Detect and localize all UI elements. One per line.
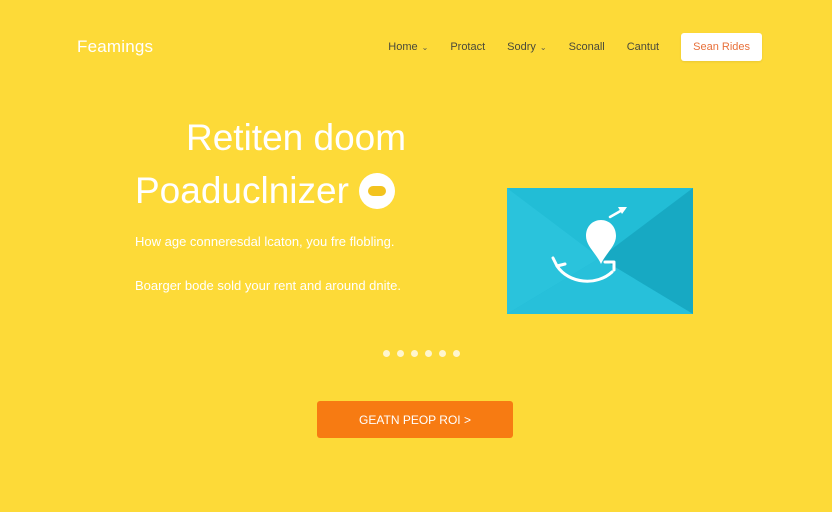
logo[interactable]: Feamings bbox=[77, 37, 153, 57]
main-nav: Home ⌄ Protact Sodry ⌄ Sconall Cantut Se… bbox=[366, 33, 762, 61]
carousel-dots bbox=[383, 350, 467, 357]
nav-item-label: Sconall bbox=[568, 41, 605, 53]
chevron-down-icon: ⌄ bbox=[421, 42, 429, 52]
chevron-down-icon: ⌄ bbox=[539, 42, 547, 52]
nav-item-label: Protact bbox=[450, 41, 486, 53]
nav-item-label: Cantut bbox=[626, 41, 660, 53]
hero-title-line-2-row: Poaduclnizer bbox=[135, 170, 395, 212]
hero-title-line-1: Retiten doom bbox=[186, 117, 407, 158]
carousel-dot[interactable] bbox=[425, 350, 432, 357]
hero-description-2: Boarger bode sold your rent and around d… bbox=[135, 278, 401, 293]
header-cta-button[interactable]: Sean Rides bbox=[681, 33, 762, 61]
nav-item-protact[interactable]: Protact bbox=[450, 41, 485, 53]
carousel-dot[interactable] bbox=[383, 350, 390, 357]
nav-item-label: Home bbox=[388, 41, 418, 53]
nav-item-home[interactable]: Home ⌄ bbox=[388, 41, 428, 53]
nav-item-cantut[interactable]: Cantut bbox=[627, 41, 659, 53]
nav-item-sodry[interactable]: Sodry ⌄ bbox=[507, 41, 546, 53]
hero-title-line-2: Poaduclnizer bbox=[135, 170, 349, 211]
hero-description-1: How age conneresdal lcaton, you fre flob… bbox=[135, 234, 395, 249]
nav-item-label: Sodry bbox=[507, 41, 536, 53]
hero-cta-button[interactable]: GEATN PEOP ROI > bbox=[317, 401, 513, 438]
carousel-dot[interactable] bbox=[453, 350, 460, 357]
carousel-dot[interactable] bbox=[397, 350, 404, 357]
toggle-badge-icon bbox=[358, 173, 395, 209]
location-pin-illustration bbox=[507, 188, 693, 314]
nav-item-sconall[interactable]: Sconall bbox=[569, 41, 605, 53]
carousel-dot[interactable] bbox=[411, 350, 418, 357]
carousel-dot[interactable] bbox=[439, 350, 446, 357]
